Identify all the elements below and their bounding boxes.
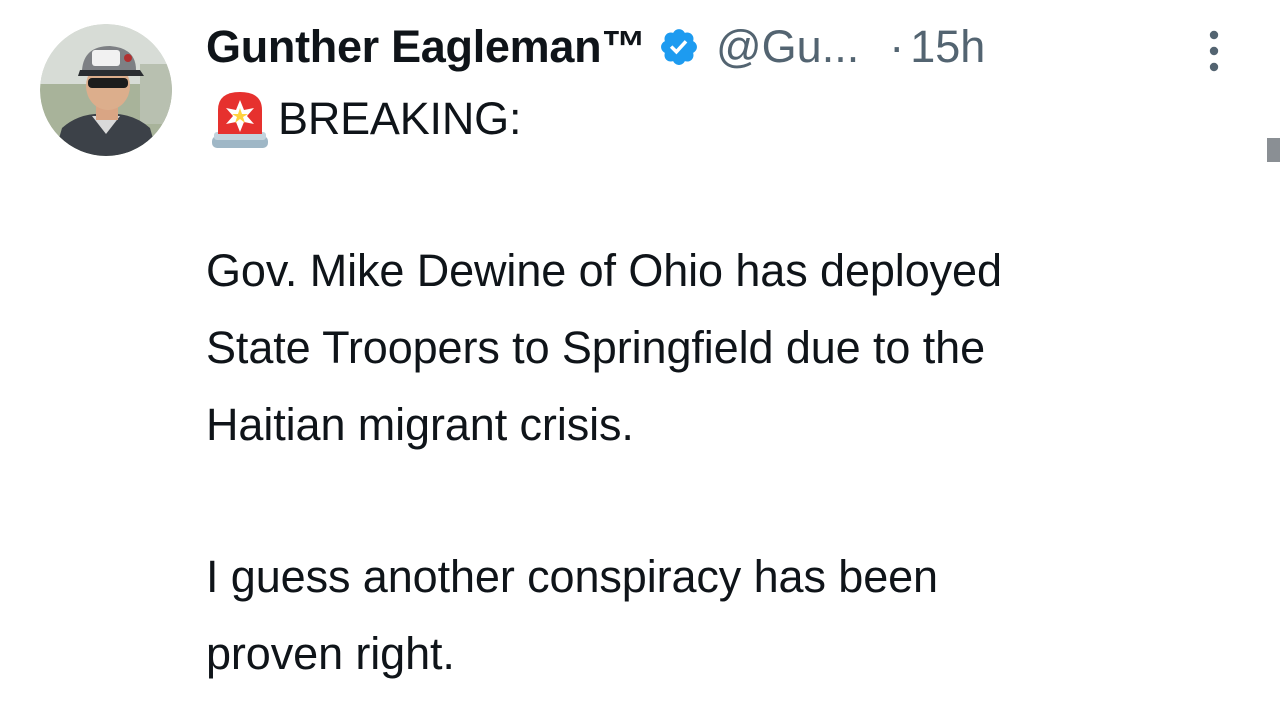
display-name[interactable]: Gunther Eagleman™ [206, 21, 646, 73]
tweet-paragraph-2: I guess another conspiracy has been prov… [206, 538, 1266, 692]
tweet-text-line: I guess another conspiracy has been [206, 551, 938, 602]
scrollbar-thumb[interactable] [1267, 138, 1280, 162]
tweet-paragraph-1: Gov. Mike Dewine of Ohio has deployed St… [206, 232, 1266, 463]
verified-badge-icon [658, 26, 700, 68]
tweet-header: Gunther Eagleman™ @Gu... · 15h [206, 14, 985, 80]
tweet-text-line: proven right. [206, 628, 455, 679]
avatar-image [40, 24, 172, 156]
avatar[interactable] [40, 24, 172, 156]
police-siren-emoji-icon [210, 88, 270, 150]
tweet-text-line: State Troopers to Springfield due to the [206, 322, 985, 373]
tweet-line-breaking: BREAKING: [210, 86, 521, 152]
more-options-icon[interactable] [1202, 28, 1226, 74]
user-handle[interactable]: @Gu... [716, 21, 859, 73]
separator-dot: · [889, 21, 905, 72]
tweet-card[interactable]: Gunther Eagleman™ @Gu... · 15h BREAKING:… [0, 0, 1280, 712]
timestamp[interactable]: 15h [910, 21, 985, 73]
breaking-label: BREAKING: [278, 93, 522, 144]
tweet-text-line: Haitian migrant crisis. [206, 399, 634, 450]
tweet-text-line: Gov. Mike Dewine of Ohio has deployed [206, 245, 1002, 296]
